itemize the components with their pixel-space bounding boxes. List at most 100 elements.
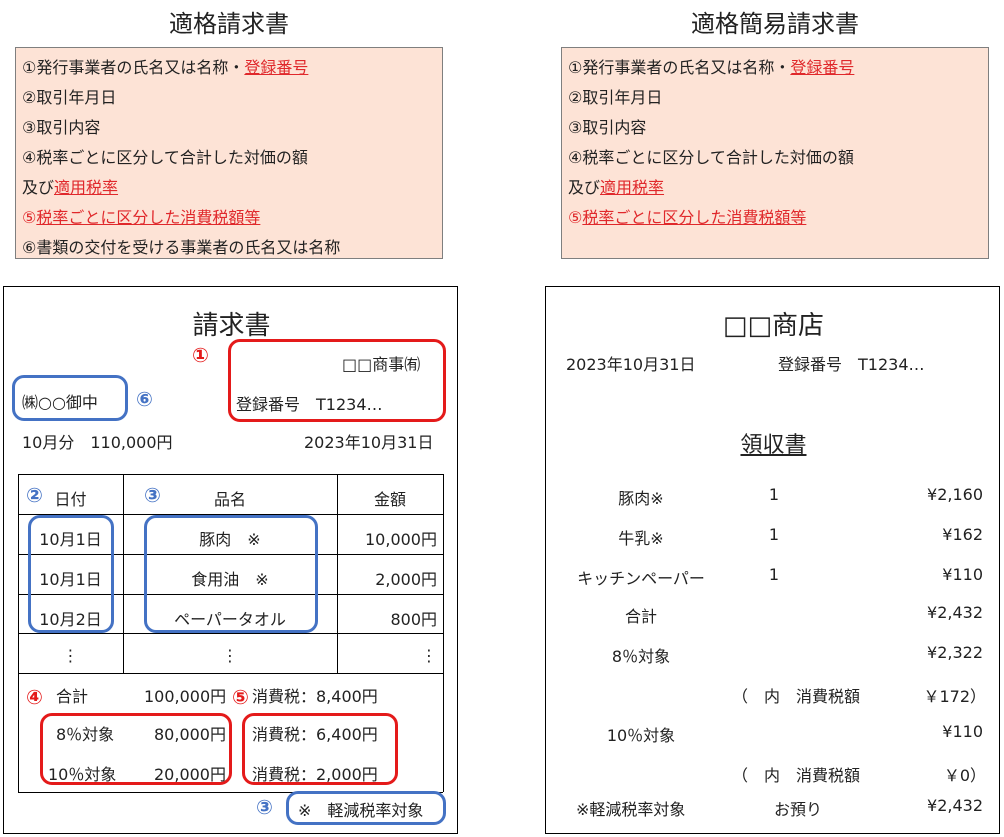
- receipt-tax10-label: （ 内 消費税額: [732, 766, 861, 785]
- requirement-line: ①発行事業者の氏名又は名称・登録番号: [22, 54, 308, 78]
- invoice-row-item: ペーパータオル: [174, 610, 286, 629]
- marker-2: ②: [26, 483, 43, 507]
- period-amount: 10月分 110,000円: [22, 433, 173, 452]
- receipt-rate8: ¥2,322: [927, 643, 983, 662]
- invoice-row-item: ⋮: [222, 646, 238, 665]
- receipt-item-price: ¥2,160: [927, 485, 983, 504]
- requirement-line: ②取引年月日: [22, 84, 116, 108]
- requirement-text: ⑤: [22, 208, 37, 227]
- requirement-text: ①発行事業者の氏名又は名称・: [568, 58, 791, 77]
- receipt-tax10-value: ￥0）: [943, 766, 986, 785]
- marker-1: ①: [192, 343, 209, 367]
- receipt-tax8-label: （ 内 消費税額: [732, 687, 861, 706]
- requirement-line: ②取引年月日: [568, 84, 662, 108]
- invoice-row-amount: 2,000円: [375, 570, 437, 589]
- marker-4: ④: [26, 685, 43, 709]
- left-requirements-box: ①発行事業者の氏名又は名称・登録番号 ②取引年月日 ③取引内容 ④税率ごとに区分して合…: [15, 47, 443, 259]
- requirement-line: ③取引内容: [22, 114, 100, 138]
- receipt-item-qty: 1: [768, 485, 780, 504]
- receipt-reduced-note: ※軽減税率対象: [576, 800, 686, 819]
- requirement-highlight-text: 登録番号: [244, 58, 309, 77]
- rate10-label: 10％対象: [48, 765, 117, 784]
- reduced-rate-note: ※ 軽減税率対象: [298, 801, 424, 820]
- receipt-tax8-value: ￥172）: [923, 687, 986, 706]
- marker-5: ⑤: [232, 685, 249, 709]
- invoice-row-item: 豚肉 ※: [199, 530, 261, 549]
- receipt-registration: 登録番号 T1234…: [778, 355, 925, 374]
- requirement-text: 及び: [22, 178, 55, 197]
- marker-3b: ③: [256, 795, 273, 819]
- receipt-item-name: 豚肉※: [618, 489, 664, 508]
- invoice-date: 2023年10月31日: [304, 433, 434, 452]
- requirement-text: ②取引年月日: [22, 88, 117, 107]
- receipt-total: ¥2,432: [927, 603, 983, 622]
- receipt-total-label: 合計: [624, 607, 657, 626]
- requirement-line: 及び適用税率: [22, 174, 118, 198]
- rate10-amount: 20,000円: [154, 765, 226, 784]
- invoice-row-date: 10月1日: [39, 530, 102, 549]
- requirement-text: ③取引内容: [22, 118, 101, 137]
- invoice-document: 請求書 ① □□商事㈲ 登録番号 T1234… ㈱○○御中 ⑥ 10月分 110…: [3, 286, 458, 834]
- total-label: 合計: [56, 687, 89, 706]
- receipt-document: □□商店 2023年10月31日 登録番号 T1234… 領収書 豚肉※ 1 ¥2,…: [545, 286, 1000, 834]
- receipt-received: ¥2,432: [927, 796, 983, 815]
- requirement-line: 及び適用税率: [568, 174, 664, 198]
- shop-name: □□商店: [722, 311, 825, 341]
- invoice-row-item: 食用油 ※: [191, 570, 269, 589]
- invoice-row-date: ⋮: [62, 646, 79, 665]
- requirement-text: ③取引内容: [568, 118, 647, 137]
- left-heading: 適格請求書: [169, 10, 289, 38]
- requirement-highlight-text: 登録番号: [790, 58, 855, 77]
- requirement-highlight-text: 適用税率: [54, 178, 119, 197]
- rate8-amount: 80,000円: [154, 725, 226, 744]
- receipt-item-price: ¥110: [942, 565, 983, 584]
- requirement-line: ④税率ごとに区分して合計した対価の額: [22, 144, 308, 168]
- requirement-line: ③取引内容: [568, 114, 646, 138]
- requirement-text: 及び: [568, 178, 601, 197]
- requirement-line: ①発行事業者の氏名又は名称・登録番号: [568, 54, 854, 78]
- right-heading: 適格簡易請求書: [691, 10, 859, 38]
- marker-6: ⑥: [136, 387, 153, 411]
- requirement-line: ⑤税率ごとに区分した消費税額等: [22, 204, 260, 228]
- recipient-name: ㈱○○御中: [22, 393, 98, 412]
- issuer-name: □□商事㈲: [342, 355, 421, 374]
- receipt-rate10: ¥110: [942, 722, 983, 741]
- right-requirements-box: ①発行事業者の氏名又は名称・登録番号 ②取引年月日 ③取引内容 ④税率ごとに区分して合…: [561, 47, 989, 259]
- invoice-title: 請求書: [192, 311, 271, 341]
- total-tax: 消費税：8,400円: [252, 687, 378, 706]
- requirement-highlight-text: 適用税率: [600, 178, 665, 197]
- rate8-label: 8％対象: [56, 725, 115, 744]
- invoice-row-date: 10月1日: [39, 570, 102, 589]
- rate10-tax: 消費税：2,000円: [252, 765, 378, 784]
- receipt-item-name: キッチンペーパー: [577, 569, 705, 588]
- registration-number: 登録番号 T1234…: [236, 395, 383, 414]
- requirement-line: ④税率ごとに区分して合計した対価の額: [568, 144, 854, 168]
- receipt-received-label: お預り: [774, 800, 823, 819]
- requirement-text: ①発行事業者の氏名又は名称・: [22, 58, 245, 77]
- receipt-item-qty: 1: [768, 525, 780, 544]
- requirement-text: ⑥書類の交付を受ける事業者の氏名又は名称: [22, 238, 341, 257]
- requirement-line: ⑥書類の交付を受ける事業者の氏名又は名称: [22, 234, 340, 258]
- requirement-highlight-text: 税率ごとに区分した消費税額等: [36, 208, 261, 227]
- receipt-item-price: ¥162: [942, 525, 983, 544]
- requirement-text: ⑤: [568, 208, 583, 227]
- total-amount: 100,000円: [144, 687, 227, 706]
- requirement-text: ②取引年月日: [568, 88, 663, 107]
- invoice-row-amount: 10,000円: [365, 530, 437, 549]
- invoice-row-amount: ⋮: [421, 646, 437, 665]
- requirement-text: ④税率ごとに区分して合計した対価の額: [22, 148, 308, 167]
- receipt-date: 2023年10月31日: [566, 355, 696, 374]
- marker-3: ③: [144, 483, 161, 507]
- requirement-line: ⑤税率ごとに区分した消費税額等: [568, 204, 806, 228]
- receipt-rate10-label: 10％対象: [606, 726, 676, 745]
- receipt-title: 領収書: [740, 433, 807, 458]
- receipt-item-qty: 1: [768, 565, 780, 584]
- receipt-rate8-label: 8％対象: [611, 647, 671, 666]
- rate8-tax: 消費税：6,400円: [252, 725, 378, 744]
- invoice-row-amount: 800円: [390, 610, 437, 629]
- receipt-item-name: 牛乳※: [618, 529, 664, 548]
- requirement-highlight-text: 税率ごとに区分した消費税額等: [582, 208, 807, 227]
- header-amount: 金額: [373, 490, 406, 509]
- invoice-row-date: 10月2日: [39, 610, 102, 629]
- requirement-text: ④税率ごとに区分して合計した対価の額: [568, 148, 854, 167]
